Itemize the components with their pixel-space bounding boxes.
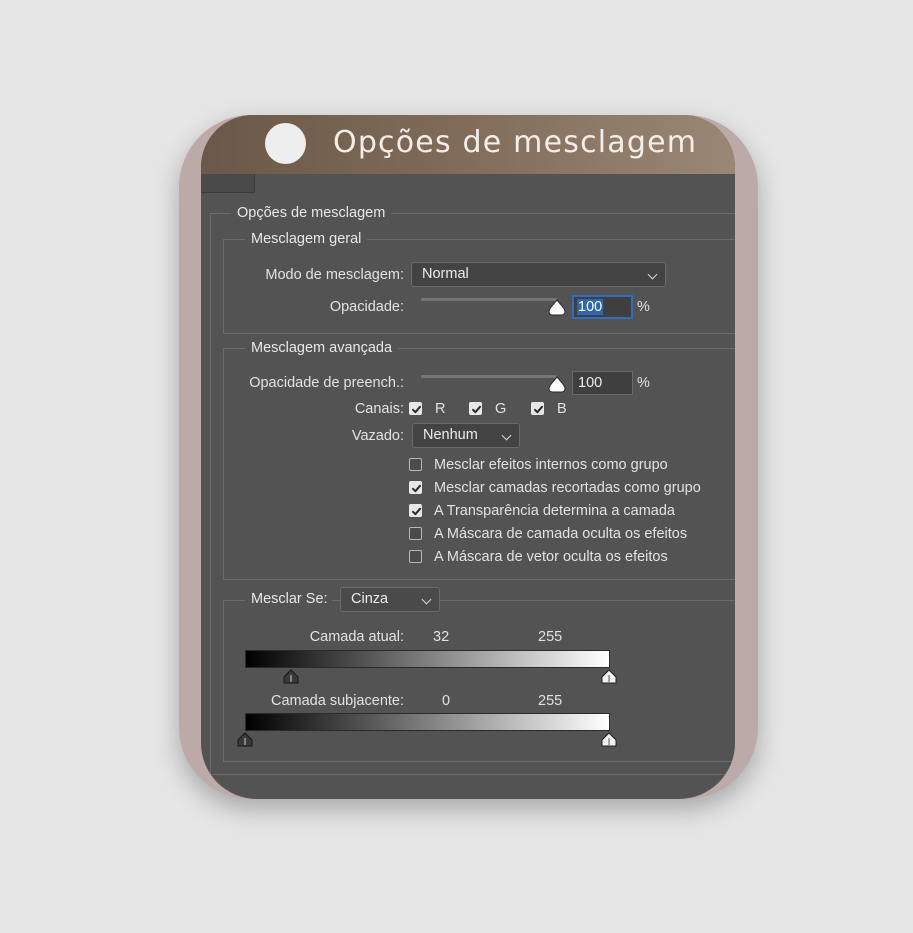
this-layer-high-value: 255 xyxy=(538,629,563,645)
blend-if-group xyxy=(223,600,735,762)
blend-if-select[interactable]: Cinza xyxy=(340,587,440,612)
opacity-input[interactable]: 100 xyxy=(572,295,633,319)
opacity-label: Opacidade: xyxy=(329,299,404,315)
chevron-down-icon xyxy=(421,594,432,605)
channel-checkbox-g[interactable] xyxy=(469,402,482,415)
fill-opacity-input[interactable]: 100 xyxy=(572,371,633,395)
option-label: A Transparência determina a camada xyxy=(434,503,675,519)
channels-label: Canais: xyxy=(354,401,404,417)
fill-opacity-percent: % xyxy=(637,375,650,391)
general-blending-title: Mesclagem geral xyxy=(245,231,368,247)
checkmark-icon xyxy=(534,405,543,414)
fill-opacity-value: 100 xyxy=(578,375,603,391)
option-checkbox[interactable] xyxy=(409,458,422,471)
banner-title: Opções de mesclagem xyxy=(333,125,698,160)
fill-opacity-slider-thumb[interactable] xyxy=(548,376,566,393)
section-title: Opções de mesclagem xyxy=(231,205,392,221)
opacity-slider-thumb[interactable] xyxy=(548,299,566,316)
chevron-down-icon xyxy=(501,430,512,441)
option-label: A Máscara de camada oculta os efeitos xyxy=(434,526,688,542)
fill-opacity-label: Opacidade de preench.: xyxy=(249,375,404,391)
underlying-white-slider[interactable] xyxy=(601,732,617,747)
this-layer-low-value: 32 xyxy=(433,629,450,645)
checkmark-icon xyxy=(412,405,421,414)
underlying-high-value: 255 xyxy=(538,693,563,709)
blend-mode-label: Modo de mesclagem: xyxy=(265,267,404,283)
blend-if-label: Mesclar Se: xyxy=(245,591,332,607)
this-layer-black-slider[interactable] xyxy=(283,669,299,684)
knockout-value: Nenhum xyxy=(423,427,478,443)
checkmark-icon xyxy=(412,507,421,516)
blend-mode-value: Normal xyxy=(422,266,469,282)
underlying-black-slider[interactable] xyxy=(237,732,253,747)
option-label: A Máscara de vetor oculta os efeitos xyxy=(434,549,668,565)
knockout-select[interactable]: Nenhum xyxy=(412,423,520,448)
banner-header: Opções de mesclagem xyxy=(201,115,735,174)
option-checkbox[interactable] xyxy=(409,504,422,517)
channel-label: G xyxy=(495,401,507,417)
underlying-low-value: 0 xyxy=(442,693,451,709)
channel-label: R xyxy=(435,401,446,417)
channel-checkbox-b[interactable] xyxy=(531,402,544,415)
opacity-slider-track[interactable] xyxy=(421,298,557,301)
option-label: Mesclar camadas recortadas como grupo xyxy=(434,480,701,496)
option-checkbox[interactable] xyxy=(409,527,422,540)
option-label: Mesclar efeitos internos como grupo xyxy=(434,457,668,473)
advanced-blending-title: Mesclagem avançada xyxy=(245,340,399,356)
this-layer-white-slider[interactable] xyxy=(601,669,617,684)
blend-mode-select[interactable]: Normal xyxy=(411,262,666,287)
circle-icon xyxy=(265,123,306,164)
blending-options-panel: Opções de mesclagem Opções de mesclagem … xyxy=(201,115,735,799)
fill-opacity-slider-track[interactable] xyxy=(421,375,557,378)
channel-checkbox-r[interactable] xyxy=(409,402,422,415)
underlying-gradient-bar xyxy=(245,713,610,731)
opacity-value: 100 xyxy=(577,299,604,315)
checkmark-icon xyxy=(472,405,481,414)
opacity-percent: % xyxy=(637,299,650,315)
option-checkbox[interactable] xyxy=(409,550,422,563)
checkmark-icon xyxy=(412,484,421,493)
chevron-down-icon xyxy=(647,269,658,280)
channel-label: B xyxy=(557,401,567,417)
panel-tab[interactable] xyxy=(201,174,255,193)
knockout-label: Vazado: xyxy=(351,428,404,444)
this-layer-gradient-bar xyxy=(245,650,610,668)
this-layer-label: Camada atual: xyxy=(309,629,404,645)
blend-if-value: Cinza xyxy=(351,591,389,607)
option-checkbox[interactable] xyxy=(409,481,422,494)
underlying-layer-label: Camada subjacente: xyxy=(271,693,404,709)
